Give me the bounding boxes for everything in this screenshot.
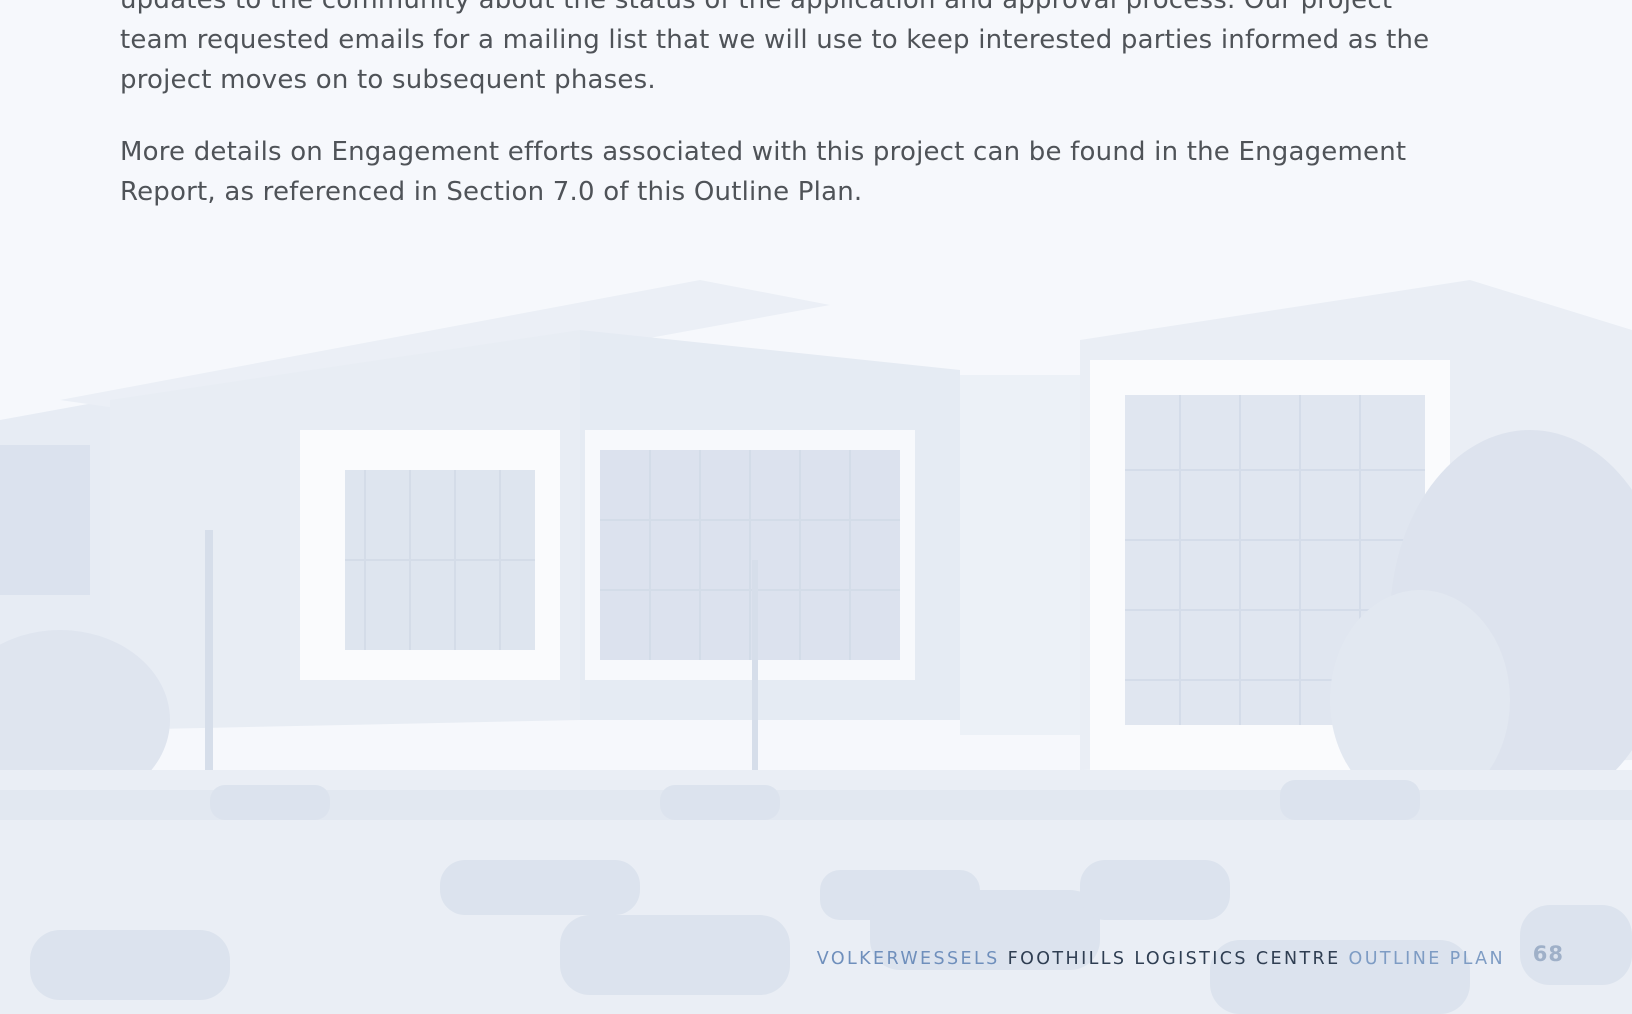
page-footer: VOLKERWESSELS FOOTHILLS LOGISTICS CENTRE… xyxy=(817,949,1505,969)
page-number: 68 xyxy=(1532,942,1564,966)
footer-project-title: FOOTHILLS LOGISTICS CENTRE xyxy=(1007,949,1341,969)
footer-document-title: OUTLINE PLAN xyxy=(1348,949,1505,969)
footer-brand: VOLKERWESSELS xyxy=(816,949,1000,969)
body-paragraph: More details on Engagement efforts assoc… xyxy=(120,137,1407,207)
body-paragraph: updates to the community about the statu… xyxy=(120,0,1430,95)
document-page: updates to the community about the statu… xyxy=(0,0,1632,1014)
